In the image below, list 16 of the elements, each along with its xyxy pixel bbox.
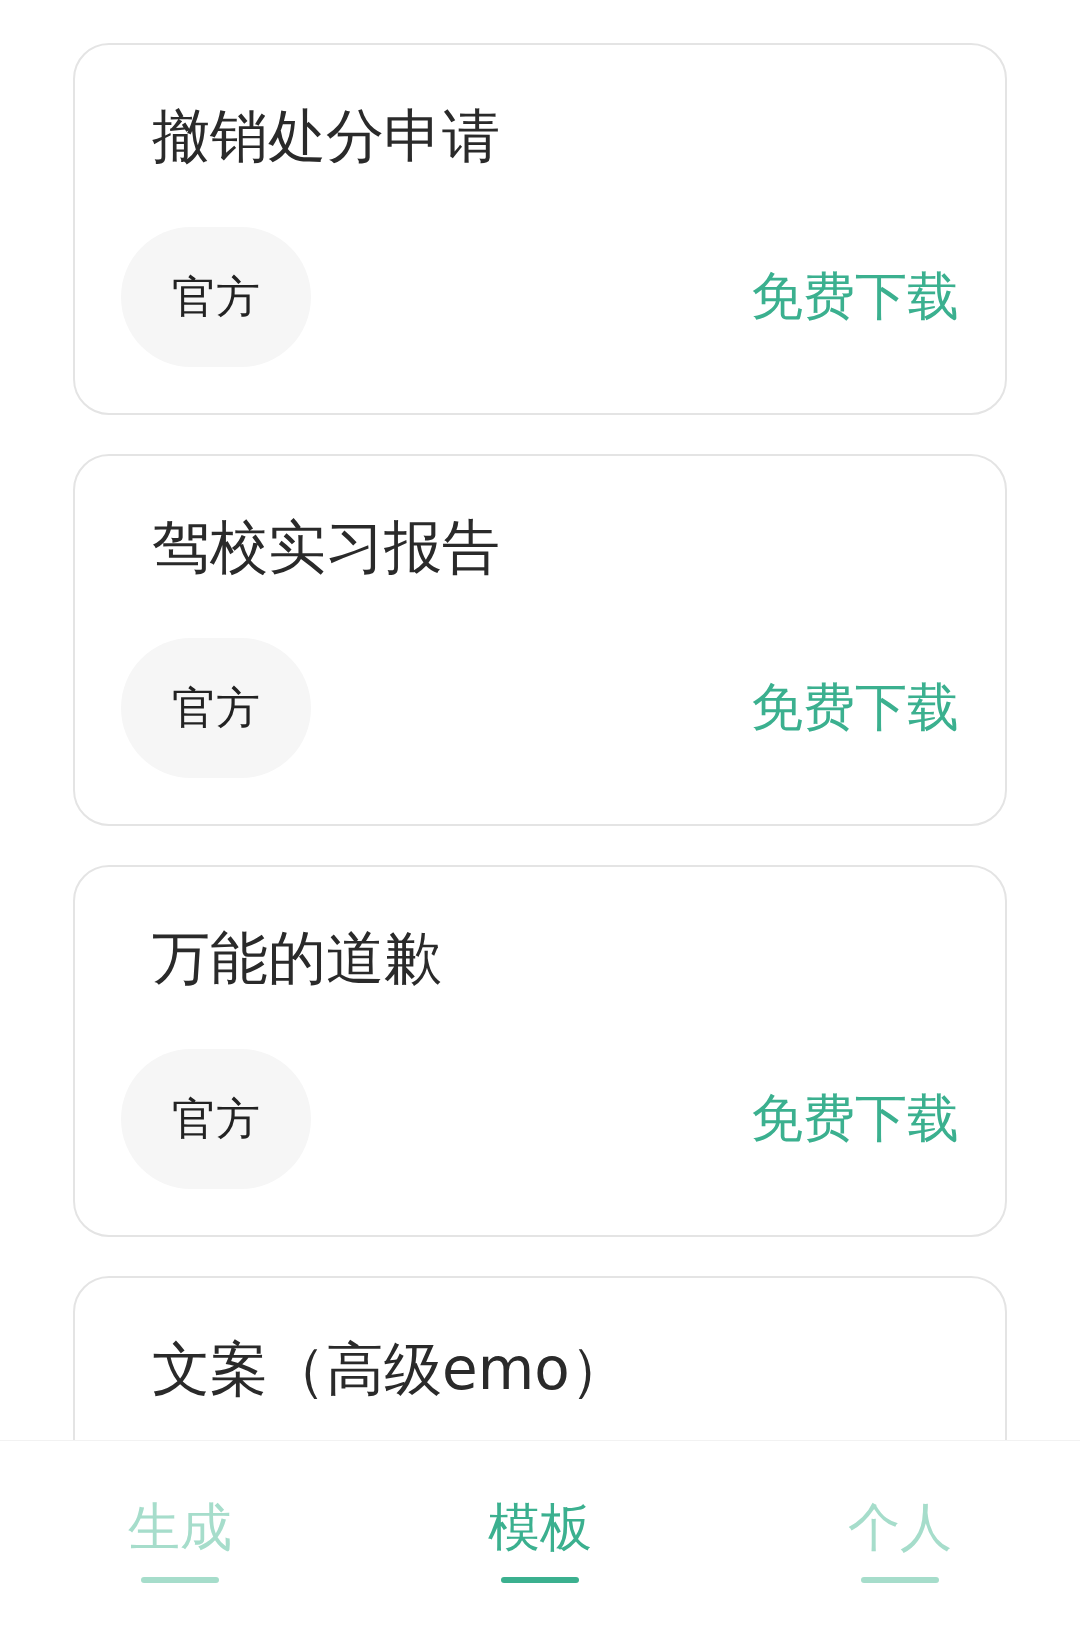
nav-tab[interactable]: 模板 [360, 1441, 720, 1627]
template-card[interactable]: 万能的道歉 官方 免费下载 [73, 865, 1007, 1237]
nav-tab[interactable]: 生成 [0, 1441, 360, 1627]
nav-tab[interactable]: 个人 [720, 1441, 1080, 1627]
template-title: 驾校实习报告 [151, 518, 501, 576]
download-link[interactable]: 免费下载 [751, 673, 959, 743]
official-tag: 官方 [121, 638, 311, 778]
official-tag: 官方 [121, 227, 311, 367]
official-tag: 官方 [121, 1049, 311, 1189]
download-link[interactable]: 免费下载 [751, 262, 959, 332]
template-title: 万能的道歉 [151, 929, 443, 987]
template-title: 文案（高级emo） [151, 1340, 629, 1398]
template-title: 撤销处分申请 [151, 107, 501, 165]
template-card[interactable]: 驾校实习报告 官方 免费下载 [73, 454, 1007, 826]
download-link[interactable]: 免费下载 [751, 1084, 959, 1154]
template-card[interactable]: 撤销处分申请 官方 免费下载 [73, 43, 1007, 415]
